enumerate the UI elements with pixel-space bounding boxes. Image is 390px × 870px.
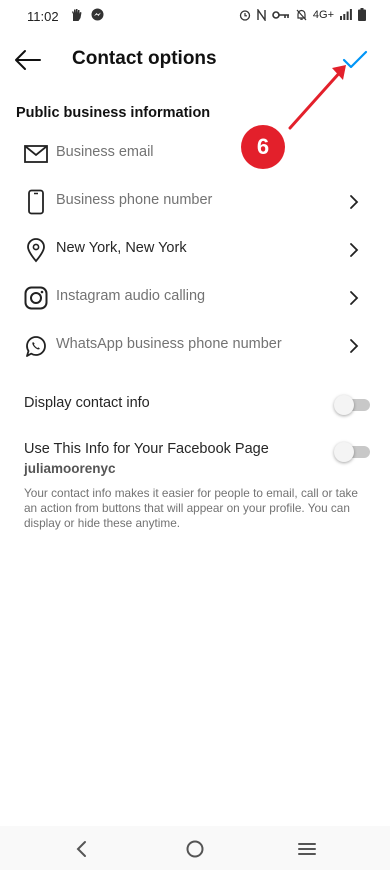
instagram-icon <box>24 286 48 310</box>
location-pin-icon <box>27 238 45 263</box>
facebook-page-label: Use This Info for Your Facebook Page <box>24 441 269 457</box>
whatsapp-phone-row[interactable]: WhatsApp business phone number <box>0 324 390 368</box>
key-icon <box>272 10 289 19</box>
nav-menu-icon[interactable] <box>295 837 319 861</box>
section-label: Public business information <box>16 105 211 121</box>
chevron-right-icon <box>350 195 359 209</box>
annotation-arrow <box>288 65 346 130</box>
chevron-right-icon <box>350 339 359 353</box>
step-badge: 6 <box>241 125 285 169</box>
hand-icon <box>72 9 82 21</box>
messenger-icon <box>91 8 104 21</box>
option-label: Instagram audio calling <box>56 288 206 304</box>
system-nav-bar <box>0 826 390 870</box>
back-button[interactable] <box>12 46 44 74</box>
status-bar: 11:02 4G+ <box>0 0 390 32</box>
battery-icon <box>358 8 366 21</box>
option-label: Business email <box>56 144 154 160</box>
chevron-right-icon <box>350 243 359 257</box>
nfc-icon <box>257 8 266 21</box>
display-contact-info-toggle[interactable] <box>334 394 370 416</box>
business-phone-row[interactable]: Business phone number <box>0 180 390 224</box>
option-label: New York, New York <box>56 240 187 256</box>
phone-icon <box>28 189 44 215</box>
display-contact-info-label: Display contact info <box>24 395 150 411</box>
instagram-audio-calling-row[interactable]: Instagram audio calling <box>0 276 390 320</box>
nav-home-icon[interactable] <box>183 837 207 861</box>
mute-bell-icon <box>296 9 307 20</box>
status-time: 11:02 <box>27 9 59 24</box>
signal-icon <box>340 9 352 20</box>
network-type: 4G+ <box>312 8 334 21</box>
back-arrow-icon <box>15 50 41 70</box>
page-title: Contact options <box>72 48 217 69</box>
facebook-account-name: juliamoorenyc <box>24 461 116 476</box>
contact-info-description: Your contact info makes it easier for pe… <box>24 486 358 530</box>
whatsapp-icon <box>26 336 46 357</box>
facebook-page-toggle[interactable] <box>334 441 370 463</box>
chevron-right-icon <box>350 291 359 305</box>
location-row[interactable]: New York, New York <box>0 228 390 272</box>
alarm-icon <box>239 9 251 21</box>
option-label: WhatsApp business phone number <box>56 336 282 352</box>
mail-icon <box>24 145 48 163</box>
business-email-row[interactable]: Business email <box>0 132 390 176</box>
nav-back-icon[interactable] <box>70 837 94 861</box>
option-label: Business phone number <box>56 192 213 208</box>
